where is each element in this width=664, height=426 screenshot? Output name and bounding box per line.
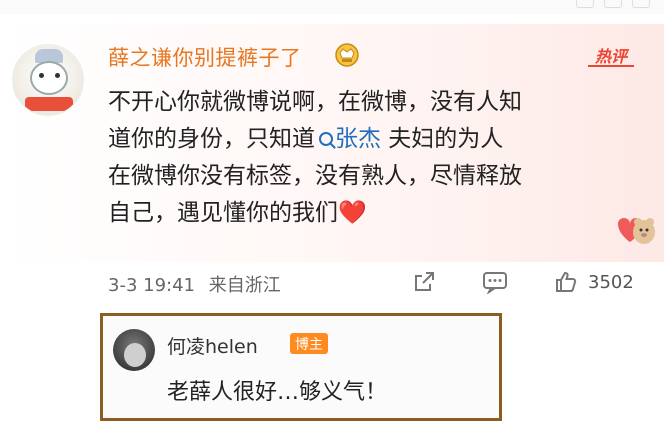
avatar[interactable] <box>12 44 84 116</box>
post-meta: 3-3 19:41 来自浙江 <box>108 271 289 297</box>
comment-icon <box>483 272 507 294</box>
reply-box: 何凌helen 博主 老薛人很好…够义气！ <box>100 313 502 421</box>
bear-heart-sticker-icon <box>618 218 655 244</box>
blogger-tag: 博主 <box>290 333 328 354</box>
comment-content: 不开心你就微博说啊，在微博，没有人知 道你的身份，只知道 张杰 夫妇的为人 在微博… <box>108 84 628 232</box>
top-strip <box>0 0 664 14</box>
top-icon-b <box>604 0 622 8</box>
heart-emoji: ❤️ <box>338 200 367 226</box>
reply-username[interactable]: 何凌helen <box>167 332 258 359</box>
content-line-3: 在微博你没有标签，没有熟人，尽情释放 <box>108 163 522 189</box>
like-button[interactable]: 3502 <box>554 268 634 296</box>
reply-avatar-face <box>124 343 146 367</box>
share-button[interactable] <box>412 268 436 296</box>
reply-avatar[interactable] <box>113 329 155 371</box>
topic-link[interactable]: 张杰 <box>335 126 381 152</box>
username[interactable]: 薛之谦你别提裤子了 <box>108 42 302 72</box>
like-count: 3502 <box>588 271 634 293</box>
top-icon-c <box>632 0 650 8</box>
search-icon <box>319 132 333 146</box>
avatar-ribbon <box>25 97 73 111</box>
content-line-1: 不开心你就微博说啊，在微博，没有人知 <box>108 89 522 115</box>
share-icon <box>415 272 434 291</box>
content-after-topic: 夫妇的为人 <box>381 126 504 152</box>
reply-text: 老薛人很好…够义气！ <box>167 380 388 405</box>
content-line-4: 自己，遇见懂你的我们❤️ <box>108 195 628 232</box>
avatar-eye-right <box>55 73 60 78</box>
comment-button[interactable] <box>482 268 508 296</box>
content-line-2-text: 道你的身份，只知道 <box>108 126 315 152</box>
content-line-2: 道你的身份，只知道 张杰 夫妇的为人 <box>108 121 628 158</box>
crown-fan-badge-icon <box>335 43 359 67</box>
top-icon-a <box>576 0 594 8</box>
top-icons <box>576 0 650 10</box>
content-line-4-text: 自己，遇见懂你的我们 <box>108 200 338 226</box>
post-location: 来自浙江 <box>208 275 281 296</box>
avatar-face <box>30 61 68 95</box>
avatar-eye-left <box>39 73 44 78</box>
thumbs-up-icon <box>556 271 577 292</box>
post-date: 3-3 19:41 <box>108 275 195 296</box>
hot-comment-tag: 热评 <box>588 45 634 67</box>
